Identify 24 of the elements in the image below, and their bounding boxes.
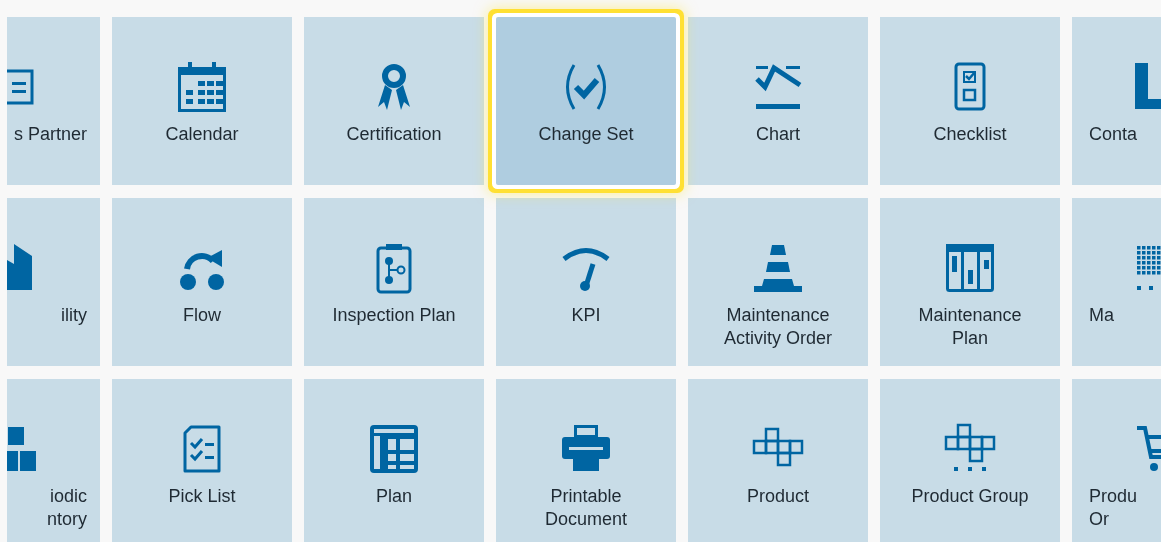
- calendar-icon: [176, 61, 228, 113]
- app-tile[interactable]: ility: [7, 198, 100, 366]
- traffic-cone-icon: [752, 242, 804, 294]
- app-tile[interactable]: KPI: [496, 198, 676, 366]
- app-tile[interactable]: iodic ntory: [7, 379, 100, 542]
- app-tile[interactable]: Conta: [1072, 17, 1161, 185]
- app-tile[interactable]: Ma: [1072, 198, 1161, 366]
- app-tile[interactable]: Maintenance Activity Order: [688, 198, 868, 366]
- app-tile[interactable]: Calendar: [112, 17, 292, 185]
- app-tile[interactable]: Chart: [688, 17, 868, 185]
- columns-icon: [944, 242, 996, 294]
- app-tile[interactable]: Produ Or: [1072, 379, 1161, 542]
- app-tile[interactable]: Plan: [304, 379, 484, 542]
- app-tile[interactable]: Flow: [112, 198, 292, 366]
- table-icon: [368, 423, 420, 475]
- app-tile[interactable]: Maintenance Plan: [880, 198, 1060, 366]
- app-tile[interactable]: Pick List: [112, 379, 292, 542]
- app-tile[interactable]: s Partner: [7, 17, 100, 185]
- app-tile[interactable]: Product Group: [880, 379, 1060, 542]
- app-tile[interactable]: Product: [688, 379, 868, 542]
- app-tile[interactable]: Printable Document: [496, 379, 676, 542]
- app-tile[interactable]: Checklist: [880, 17, 1060, 185]
- app-tile[interactable]: Certification: [304, 17, 484, 185]
- app-tile[interactable]: Inspection Plan: [304, 198, 484, 366]
